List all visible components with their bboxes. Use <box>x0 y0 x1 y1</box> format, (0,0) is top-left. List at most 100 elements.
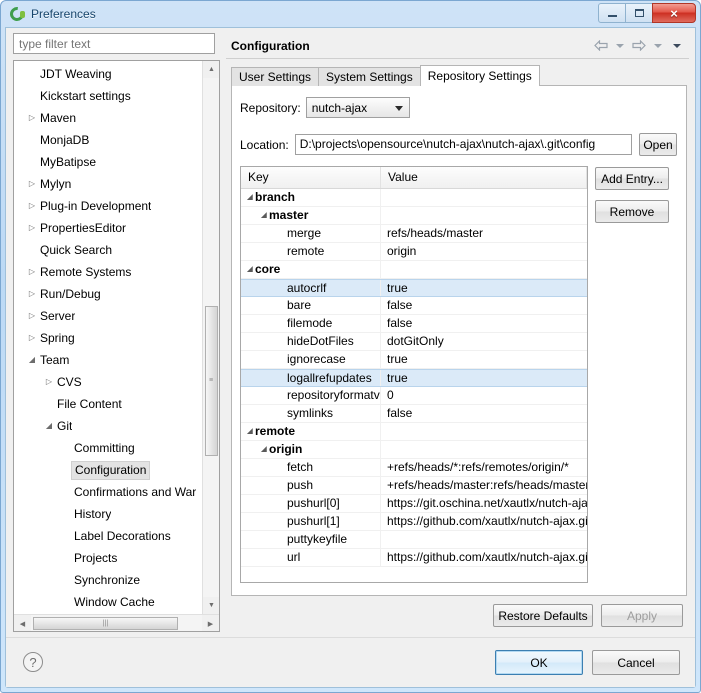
sidebar-item-team[interactable]: ◢ Team <box>14 349 202 371</box>
sidebar-item-mylyn[interactable]: ▷ Mylyn <box>14 173 202 195</box>
table-row[interactable]: ◢ master <box>241 207 587 225</box>
scroll-up-icon[interactable]: ▲ <box>203 61 219 78</box>
table-row[interactable]: ◢ remote <box>241 423 587 441</box>
scroll-right-icon[interactable]: ▶ <box>202 615 219 631</box>
sidebar-item-window-cache[interactable]: Window Cache <box>14 591 202 613</box>
tree-horizontal-scrollbar[interactable]: ◀ ||| ▶ <box>14 614 219 631</box>
help-icon[interactable]: ? <box>23 652 43 672</box>
sidebar-item-maven[interactable]: ▷ Maven <box>14 107 202 129</box>
table-row[interactable]: fetch +refs/heads/*:refs/remotes/origin/* <box>241 459 587 477</box>
table-row[interactable]: ◢ core <box>241 261 587 279</box>
column-header-value[interactable]: Value <box>381 167 587 188</box>
tree-collapse-icon[interactable]: ◢ <box>259 441 269 458</box>
sidebar-item-quick-search[interactable]: Quick Search <box>14 239 202 261</box>
tree-expand-icon[interactable]: ▷ <box>41 371 57 393</box>
sidebar-item-confirmations-and-war[interactable]: Confirmations and War <box>14 481 202 503</box>
tree-expand-icon[interactable]: ▷ <box>24 195 40 217</box>
tree-expand-icon[interactable]: ▷ <box>24 283 40 305</box>
vertical-scroll-thumb[interactable]: ≡ <box>205 306 218 456</box>
column-header-key[interactable]: Key <box>241 167 381 188</box>
ok-button[interactable]: OK <box>495 650 583 675</box>
forward-menu-chevron-down-icon[interactable] <box>649 37 666 54</box>
horizontal-scroll-thumb[interactable]: ||| <box>33 617 178 630</box>
tree-expand-icon[interactable]: ▷ <box>24 173 40 195</box>
sidebar-item-monjadb[interactable]: MonjaDB <box>14 129 202 151</box>
maximize-button[interactable] <box>625 3 653 23</box>
remove-button[interactable]: Remove <box>595 200 669 223</box>
settings-tabs[interactable]: User Settings System Settings Repository S… <box>231 65 687 86</box>
table-row[interactable]: autocrlf true <box>241 279 587 297</box>
tab-system-settings[interactable]: System Settings <box>318 67 421 86</box>
tree-collapse-icon[interactable]: ◢ <box>245 189 255 206</box>
tree-collapse-icon[interactable]: ◢ <box>245 261 255 278</box>
sidebar-item-projects[interactable]: Projects <box>14 547 202 569</box>
repository-select[interactable]: nutch-ajax <box>305 97 410 118</box>
table-row[interactable]: puttykeyfile <box>241 531 587 549</box>
sidebar-item-synchronize[interactable]: Synchronize <box>14 569 202 591</box>
table-row[interactable]: url https://github.com/xautlx/nutch-ajax.… <box>241 549 587 567</box>
tab-repository-settings[interactable]: Repository Settings <box>419 65 540 86</box>
open-button[interactable]: Open <box>639 133 677 156</box>
tree-collapse-icon[interactable]: ◢ <box>259 207 269 224</box>
back-menu-chevron-down-icon[interactable] <box>611 37 628 54</box>
sidebar-item-label: Label Decorations <box>74 529 171 543</box>
tree-expand-icon[interactable]: ▷ <box>24 261 40 283</box>
table-row[interactable]: ◢ origin <box>241 441 587 459</box>
sidebar-item-kickstart-settings[interactable]: Kickstart settings <box>14 85 202 107</box>
sidebar-item-server[interactable]: ▷ Server <box>14 305 202 327</box>
sidebar-item-propertieseditor[interactable]: ▷ PropertiesEditor <box>14 217 202 239</box>
table-row[interactable]: pushurl[0] https://git.oschina.net/xautlx… <box>241 495 587 513</box>
table-cell-key-label: core <box>255 262 281 276</box>
scroll-down-icon[interactable]: ▼ <box>203 597 219 614</box>
table-row[interactable]: symlinks false <box>241 405 587 423</box>
sidebar-item-git[interactable]: ◢ Git <box>14 415 202 437</box>
table-row[interactable]: remote origin <box>241 243 587 261</box>
tree-collapse-icon[interactable]: ◢ <box>41 415 57 437</box>
config-table[interactable]: Key Value ◢ branch ◢ master merge refs/heads/… <box>240 166 588 583</box>
tree-vertical-scrollbar[interactable]: ▲ ≡ ▼ <box>202 61 219 614</box>
tree-expand-icon[interactable]: ▷ <box>24 107 40 129</box>
arrow-left-icon[interactable] <box>592 37 609 54</box>
sidebar-item-plug-in-development[interactable]: ▷ Plug-in Development <box>14 195 202 217</box>
sidebar-item-configuration[interactable]: Configuration <box>14 459 202 481</box>
table-row[interactable]: repositoryformatv 0 <box>241 387 587 405</box>
cancel-button[interactable]: Cancel <box>592 650 680 675</box>
tree-expand-icon[interactable]: ▷ <box>24 327 40 349</box>
preferences-tree[interactable]: JDT Weaving Kickstart settings ▷ Maven Monja… <box>14 61 202 614</box>
close-button[interactable]: × <box>652 3 696 23</box>
minimize-button[interactable] <box>598 3 626 23</box>
location-input[interactable]: D:\projects\opensource\nutch-ajax\nutch-… <box>294 134 632 155</box>
table-row[interactable]: filemode false <box>241 315 587 333</box>
table-row[interactable]: merge refs/heads/master <box>241 225 587 243</box>
sidebar-item-cvs[interactable]: ▷ CVS <box>14 371 202 393</box>
apply-button: Apply <box>601 604 683 627</box>
tree-collapse-icon[interactable]: ◢ <box>245 423 255 440</box>
sidebar-item-history[interactable]: History <box>14 503 202 525</box>
scroll-left-icon[interactable]: ◀ <box>14 615 31 631</box>
tree-expand-icon[interactable]: ▷ <box>24 305 40 327</box>
sidebar-item-spring[interactable]: ▷ Spring <box>14 327 202 349</box>
filter-input[interactable] <box>13 33 215 54</box>
sidebar-item-run-debug[interactable]: ▷ Run/Debug <box>14 283 202 305</box>
sidebar-item-committing[interactable]: Committing <box>14 437 202 459</box>
sidebar-item-file-content[interactable]: File Content <box>14 393 202 415</box>
tree-expand-icon[interactable]: ▷ <box>24 217 40 239</box>
add-entry-button[interactable]: Add Entry... <box>595 167 669 190</box>
sidebar-item-jdt-weaving[interactable]: JDT Weaving <box>14 63 202 85</box>
table-row[interactable]: hideDotFiles dotGitOnly <box>241 333 587 351</box>
table-header-row: Key Value <box>241 167 587 189</box>
table-row[interactable]: logallrefupdates true <box>241 369 587 387</box>
page-menu-chevron-down-icon[interactable] <box>668 37 685 54</box>
arrow-right-icon[interactable] <box>630 37 647 54</box>
restore-defaults-button[interactable]: Restore Defaults <box>493 604 593 627</box>
sidebar-item-mybatipse[interactable]: MyBatipse <box>14 151 202 173</box>
table-row[interactable]: bare false <box>241 297 587 315</box>
table-row[interactable]: pushurl[1] https://github.com/xautlx/nutc… <box>241 513 587 531</box>
table-row[interactable]: ignorecase true <box>241 351 587 369</box>
tree-collapse-icon[interactable]: ◢ <box>24 349 40 371</box>
table-row[interactable]: ◢ branch <box>241 189 587 207</box>
table-row[interactable]: push +refs/heads/master:refs/heads/master <box>241 477 587 495</box>
sidebar-item-label-decorations[interactable]: Label Decorations <box>14 525 202 547</box>
sidebar-item-remote-systems[interactable]: ▷ Remote Systems <box>14 261 202 283</box>
tab-user-settings[interactable]: User Settings <box>231 67 320 86</box>
